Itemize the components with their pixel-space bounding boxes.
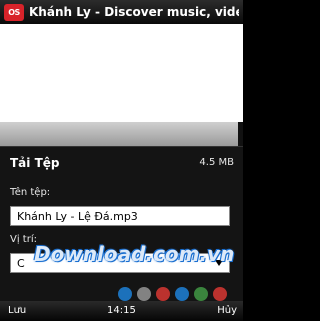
dot-icon [194,287,208,301]
dot-icon [118,287,132,301]
save-softkey[interactable]: Lưu [8,305,26,316]
file-size-label: 4.5 MB [199,157,234,168]
download-dialog: Tải Tệp 4.5 MB Tên tệp: Khánh Ly - Lệ Đá… [0,146,243,301]
dot-icon [213,287,227,301]
dimmed-page-background [0,122,243,146]
watermark-dots [118,287,227,301]
dot-icon [175,287,189,301]
location-value: C [17,256,25,270]
dialog-title: Tải Tệp [10,156,60,170]
cancel-softkey[interactable]: Hủy [217,305,237,316]
dot-icon [137,287,151,301]
filename-input[interactable]: Khánh Ly - Lệ Đá.mp3 [10,206,230,226]
scrollbar[interactable] [238,122,243,146]
title-bar: OS Khánh Ly - Discover music, video... [0,0,243,24]
page-title: Khánh Ly - Discover music, video... [29,5,239,19]
dot-icon [156,287,170,301]
clock: 14:15 [107,305,136,316]
watermark-logo: Download.com.vn [34,242,235,266]
filename-value: Khánh Ly - Lệ Đá.mp3 [17,209,138,223]
opera-logo-icon: OS [4,3,24,21]
softkey-bar: Lưu 14:15 Hủy [0,301,243,321]
filename-label: Tên tệp: [10,187,51,198]
location-label: Vị trí: [10,234,37,245]
web-page-area[interactable] [0,24,243,122]
